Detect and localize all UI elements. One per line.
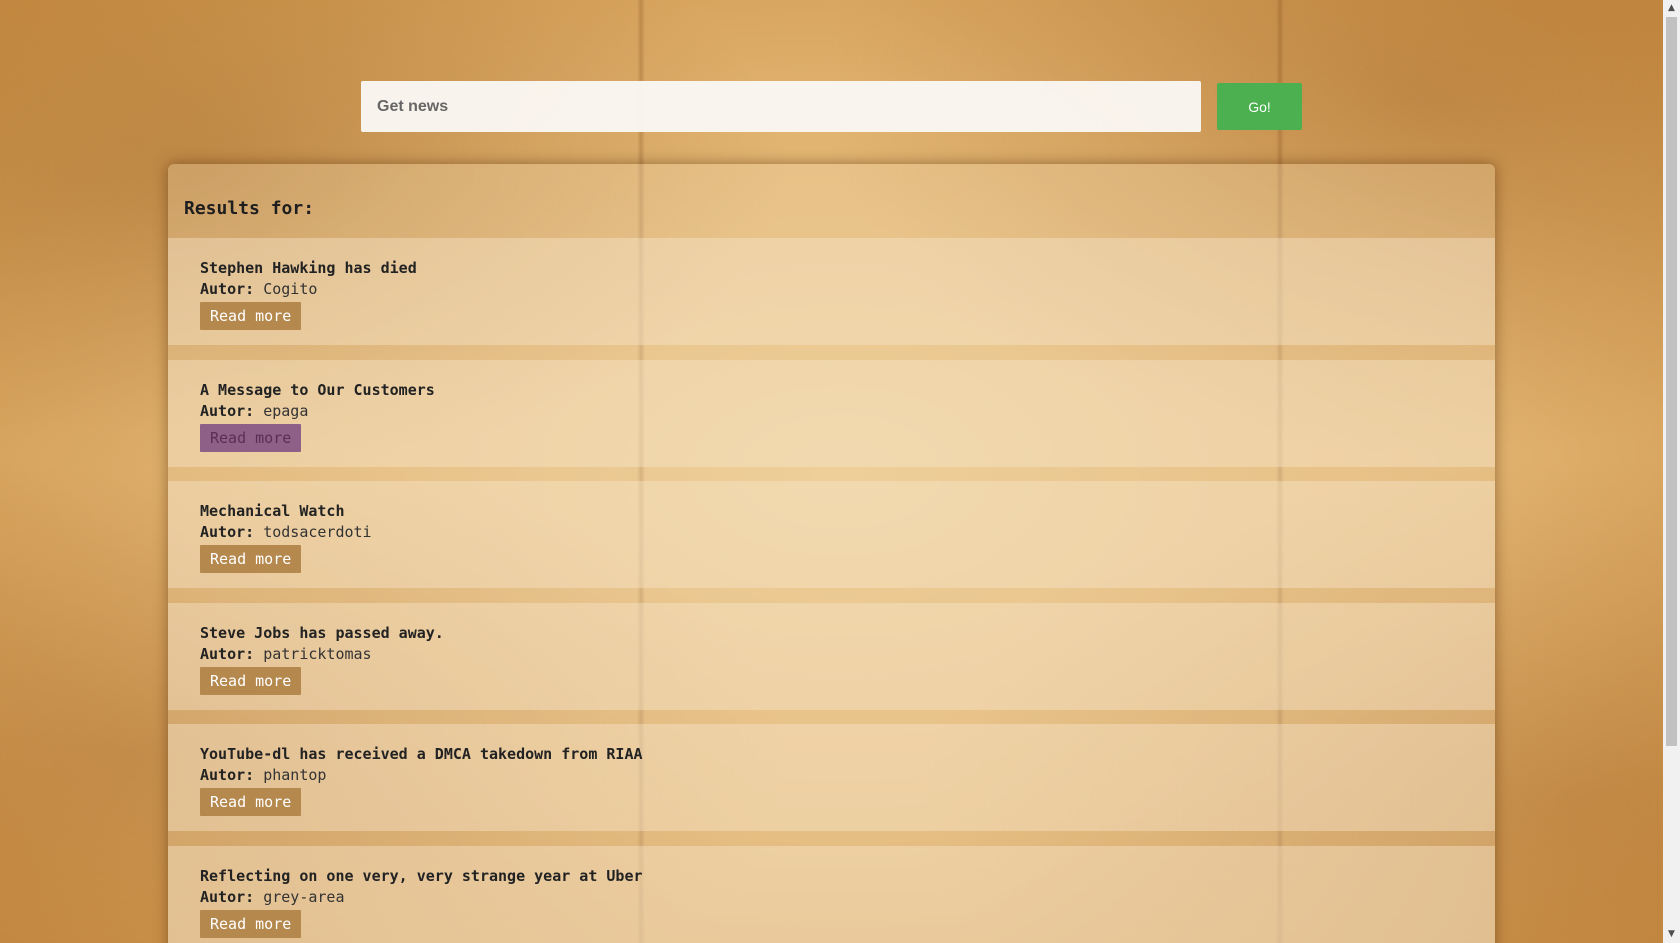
scrollbar-thumb[interactable] (1666, 17, 1677, 746)
vertical-scrollbar[interactable]: ▲ ▼ (1663, 0, 1680, 943)
result-title: Stephen Hawking has died (200, 259, 417, 277)
result-item: A Message to Our Customers Autor: epaga … (168, 359, 1495, 467)
author-label: Autor: (200, 887, 255, 906)
result-item: Stephen Hawking has died Autor: Cogito R… (168, 238, 1495, 345)
result-author: Autor: epaga (200, 400, 1463, 422)
search-input[interactable] (361, 81, 1201, 132)
author-label: Autor: (200, 766, 255, 784)
result-author: Autor: patricktomas (200, 643, 1463, 665)
read-more-button[interactable]: Read more (200, 788, 302, 816)
result-item: Mechanical Watch Autor: todsacerdoti Rea… (168, 481, 1495, 588)
scroll-down-icon[interactable]: ▼ (1663, 926, 1680, 943)
result-title: Steve Jobs has passed away. (200, 623, 444, 642)
result-title: A Message to Our Customers (200, 380, 435, 399)
results-panel: Results for: Stephen Hawking has died Au… (168, 164, 1495, 943)
author-name: todsacerdoti (263, 523, 372, 541)
read-more-button[interactable]: Read more (200, 302, 302, 330)
result-author: Autor: todsacerdoti (200, 521, 1463, 543)
result-title: YouTube-dl has received a DMCA takedown … (200, 745, 643, 763)
result-item: Steve Jobs has passed away. Autor: patri… (168, 602, 1495, 710)
scroll-up-icon[interactable]: ▲ (1663, 0, 1680, 17)
author-name: grey-area (263, 887, 345, 906)
read-more-button[interactable]: Read more (200, 909, 302, 938)
author-name: Cogito (263, 280, 318, 298)
result-author: Autor: phantop (200, 764, 1463, 786)
author-label: Autor: (200, 523, 255, 541)
author-name: phantop (263, 766, 327, 784)
read-more-button[interactable]: Read more (200, 666, 302, 695)
go-button[interactable]: Go! (1217, 83, 1302, 130)
results-heading: Results for: (184, 198, 315, 219)
author-name: epaga (263, 401, 309, 420)
result-item: YouTube-dl has received a DMCA takedown … (168, 724, 1495, 831)
read-more-button[interactable]: Read more (200, 545, 302, 573)
result-title: Reflecting on one very, very strange yea… (200, 866, 643, 885)
result-item: Reflecting on one very, very strange yea… (168, 845, 1495, 943)
result-author: Autor: grey-area (200, 886, 1463, 908)
result-author: Autor: Cogito (200, 278, 1463, 300)
result-list: Stephen Hawking has died Autor: Cogito R… (168, 238, 1495, 943)
result-title: Mechanical Watch (200, 502, 345, 520)
author-label: Autor: (200, 644, 255, 663)
read-more-button[interactable]: Read more (200, 423, 302, 452)
author-label: Autor: (200, 280, 255, 298)
author-name: patricktomas (263, 644, 372, 663)
author-label: Autor: (200, 401, 255, 420)
